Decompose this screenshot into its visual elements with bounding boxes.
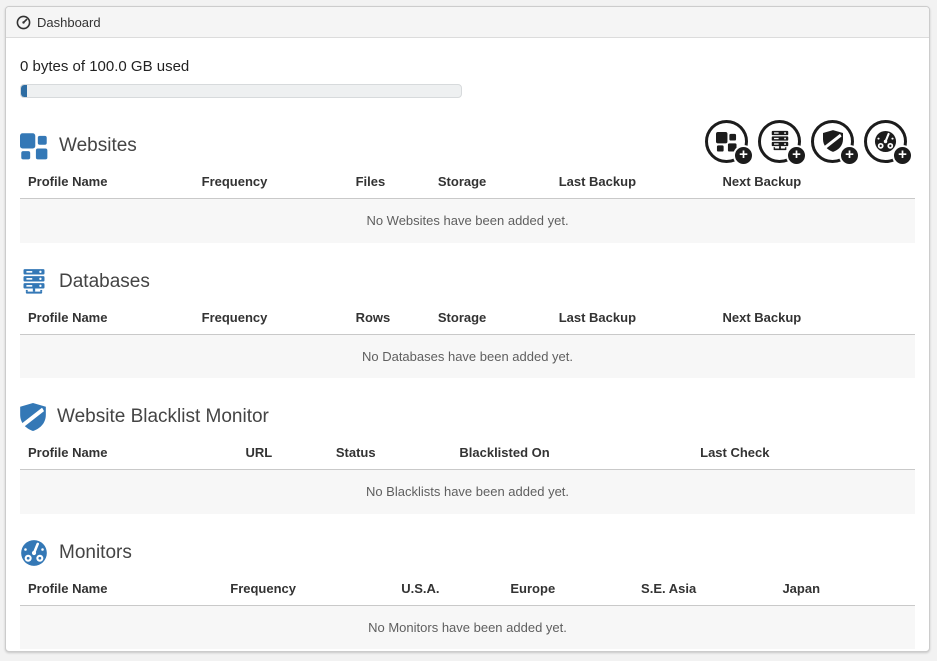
column-header: Profile Name [20,440,237,470]
plus-icon: + [786,145,807,166]
empty-state-text: No Databases have been added yet. [20,334,915,378]
column-header: U.S.A. [393,576,502,606]
storage-usage-text: 0 bytes of 100.0 GB used [20,58,915,75]
section-blacklist-monitor: Website Blacklist Monitor Profile Name U… [20,403,915,514]
monitors-table: Profile Name Frequency U.S.A. Europe S.E… [20,576,915,650]
add-website-button[interactable]: + [705,116,754,166]
add-blacklist-monitor-button[interactable]: + [811,116,860,166]
column-header: Profile Name [20,169,194,199]
plus-icon: + [892,145,913,166]
table-header-row: Profile Name URL Status Blacklisted On L… [20,440,915,470]
column-header: Last Backup [551,169,715,199]
blacklist-table: Profile Name URL Status Blacklisted On L… [20,440,915,514]
dashboard-gauge-icon [16,15,31,30]
websites-blocks-icon [20,132,48,160]
column-header: Blacklisted On [451,440,692,470]
dashboard-panel: Dashboard 0 bytes of 100.0 GB used + [5,6,930,652]
empty-state-row: No Monitors have been added yet. [20,605,915,649]
empty-state-text: No Websites have been added yet. [20,199,915,243]
quick-add-toolbar: + [705,116,913,166]
section-monitors: Monitors Profile Name Frequency U.S.A. E… [20,539,915,650]
table-header-row: Profile Name Frequency U.S.A. Europe S.E… [20,576,915,606]
plus-icon: + [733,145,754,166]
column-header: Frequency [194,305,348,335]
column-header: Files [348,169,430,199]
section-title: Website Blacklist Monitor [57,406,269,428]
plus-icon: + [839,145,860,166]
shield-icon [20,403,46,431]
table-header-row: Profile Name Frequency Files Storage Las… [20,169,915,199]
websites-table: Profile Name Frequency Files Storage Las… [20,169,915,243]
empty-state-row: No Blacklists have been added yet. [20,470,915,514]
column-header: Next Backup [714,305,915,335]
column-header: Storage [430,305,551,335]
table-header-row: Profile Name Frequency Rows Storage Last… [20,305,915,335]
column-header: Status [328,440,452,470]
section-title: Websites [59,135,137,157]
column-header: Storage [430,169,551,199]
column-header: S.E. Asia [633,576,774,606]
column-header: URL [237,440,327,470]
section-databases: Databases Profile Name Frequency Rows St… [20,268,915,379]
column-header: Profile Name [20,305,194,335]
column-header: Rows [348,305,430,335]
column-header: Frequency [222,576,393,606]
gauge-icon [20,539,48,567]
empty-state-text: No Blacklists have been added yet. [20,470,915,514]
add-database-button[interactable]: + [758,116,807,166]
column-header: Next Backup [714,169,915,199]
section-title: Databases [59,271,150,293]
column-header: Last Check [692,440,915,470]
panel-title: Dashboard [37,15,101,30]
column-header: Frequency [194,169,348,199]
column-header: Europe [502,576,633,606]
section-title: Monitors [59,542,132,564]
panel-header: Dashboard [6,7,929,38]
databases-table: Profile Name Frequency Rows Storage Last… [20,305,915,379]
empty-state-text: No Monitors have been added yet. [20,605,915,649]
empty-state-row: No Websites have been added yet. [20,199,915,243]
column-header: Last Backup [551,305,715,335]
panel-body: 0 bytes of 100.0 GB used + [6,58,929,659]
storage-progress-bar [20,84,462,98]
column-header: Japan [774,576,915,606]
column-header: Profile Name [20,576,222,606]
databases-stack-icon [20,268,48,296]
empty-state-row: No Databases have been added yet. [20,334,915,378]
storage-progress-fill [21,85,27,97]
add-monitor-button[interactable]: + [864,116,913,166]
